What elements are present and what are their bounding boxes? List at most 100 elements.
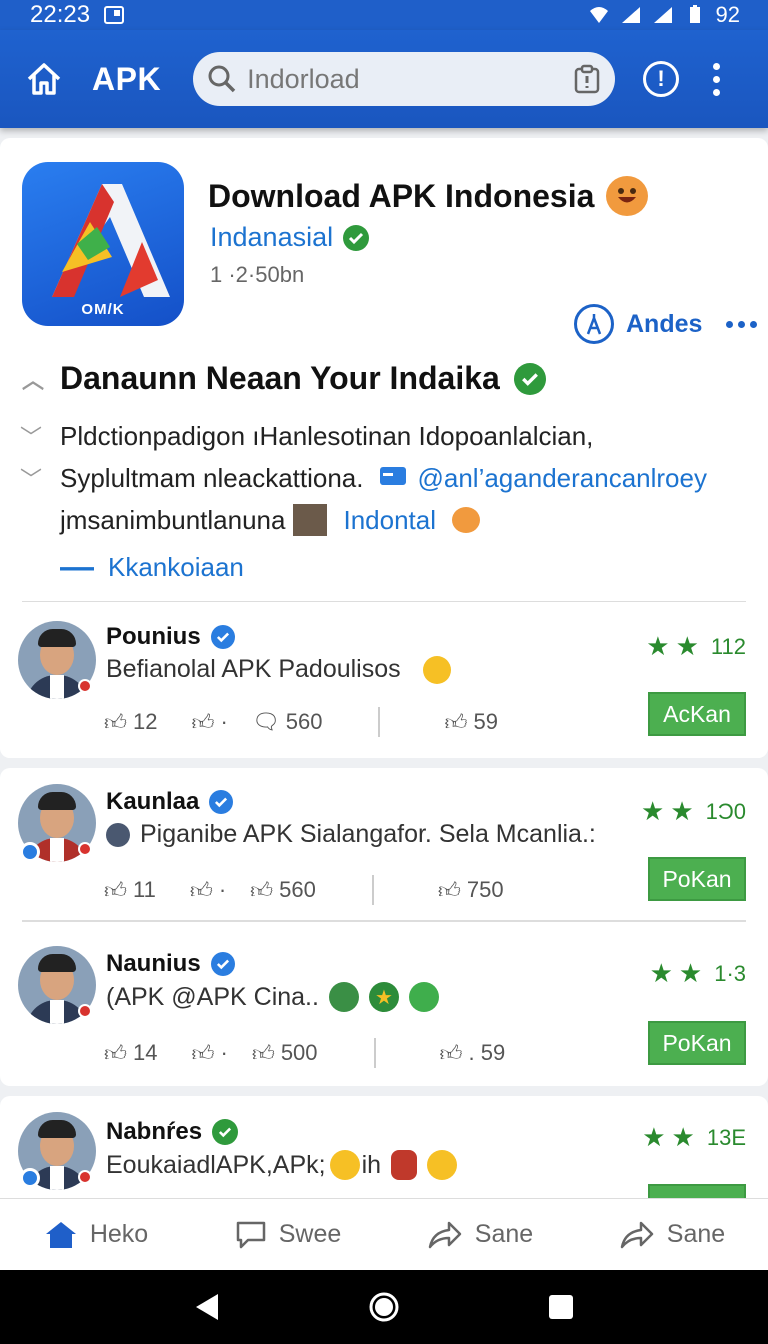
info-icon[interactable]: ! xyxy=(643,61,680,97)
star-icon: ★ xyxy=(642,1122,666,1152)
star-icon: ★ xyxy=(671,1122,695,1152)
smiling-emoji-icon xyxy=(427,1150,458,1180)
star-emoji-icon: ★ xyxy=(368,982,399,1012)
app-title-row: Download APK Indonesia xyxy=(208,176,649,216)
share-button[interactable]: 👍︎ 750 xyxy=(438,877,504,904)
status-dot xyxy=(78,679,92,693)
post-card: Nabnŕes EoukaiadlAPK,APk; ih ★ ★ 13E xyxy=(0,1096,768,1206)
indontal-link[interactable]: Indontal xyxy=(343,505,436,536)
home-icon[interactable] xyxy=(22,57,66,101)
more-options-icon[interactable] xyxy=(726,320,758,328)
status-dot xyxy=(78,842,92,856)
react-button[interactable]: 👍︎ · xyxy=(191,709,227,736)
post-actions: 👍︎ 14 👍︎ · 👍︎ 500 👍︎. 59 xyxy=(104,1038,505,1068)
verified-check-icon xyxy=(212,1119,239,1145)
share-button[interactable]: 👍︎ 500 xyxy=(252,1040,318,1067)
clipboard-icon[interactable] xyxy=(573,64,601,94)
nav-home[interactable]: Heko xyxy=(0,1220,192,1250)
share-icon xyxy=(428,1221,462,1248)
like-button[interactable]: 👍︎ 12 xyxy=(104,709,157,736)
about-heading[interactable]: ︿ Danaunn Neaan Your Indaika xyxy=(20,360,546,397)
comment-icon: 🗨︎ xyxy=(251,709,280,734)
overflow-menu-icon[interactable] xyxy=(713,62,721,96)
search-input[interactable]: Indorload xyxy=(193,52,616,106)
nav-share-2[interactable]: Sane xyxy=(576,1220,768,1250)
divider xyxy=(22,920,746,922)
description-line-2: ﹀ Syplultmam nleackattiona. @anl’agander… xyxy=(19,462,707,494)
thumbs-up-icon: 👍︎ xyxy=(191,1040,215,1066)
share-button[interactable]: 👍︎ 59 xyxy=(444,709,497,736)
star-icon: ★ xyxy=(641,796,665,826)
verified-check-icon xyxy=(343,224,370,251)
laughing-emoji-icon xyxy=(606,176,649,216)
divider xyxy=(371,875,374,905)
author-tower-icon xyxy=(574,304,614,344)
app-bar: APK Indorload ! xyxy=(0,30,768,128)
post-action-button[interactable]: AcKan xyxy=(648,692,746,736)
expand-more-link[interactable]: — Kkankoiaan xyxy=(60,548,244,587)
post-author[interactable]: Naunius xyxy=(106,950,235,978)
app-name: Download APK Indonesia xyxy=(208,177,595,214)
system-navigation-bar xyxy=(0,1270,768,1344)
like-button[interactable]: 👍︎ 11 xyxy=(104,877,156,904)
mention-link[interactable]: @anl’aganderancanlroey xyxy=(417,463,706,494)
post-actions: 👍︎ 11 👍︎ · 👍︎ 560 👍︎ 750 xyxy=(104,875,504,905)
recents-icon[interactable] xyxy=(548,1294,574,1320)
about-title: Danaunn Neaan Your Indaika xyxy=(60,360,500,396)
react-button[interactable]: 👍︎ · xyxy=(190,877,226,904)
grinning-emoji-icon xyxy=(329,1150,360,1180)
status-dot xyxy=(78,1170,92,1184)
nav-chat[interactable]: Swee xyxy=(192,1220,384,1250)
post-action-button[interactable]: PoKan xyxy=(648,857,746,901)
post-author[interactable]: Pounius xyxy=(106,623,235,651)
app-developer[interactable]: Indanasial xyxy=(210,222,370,253)
post-author[interactable]: Kaunlaa xyxy=(106,788,234,816)
battery-level: 92 xyxy=(715,2,740,27)
chevron-down-icon: ﹀ xyxy=(19,425,42,450)
gift-emoji-icon xyxy=(391,1150,418,1180)
author-label: Andes xyxy=(626,309,703,338)
thumbs-up-icon: 👍︎ xyxy=(437,877,461,903)
chat-icon xyxy=(236,1221,265,1248)
person-thumbnail-icon xyxy=(293,504,328,536)
post-group-card: Kaunlaa Piganibe APK Sialangafor. Sela M… xyxy=(0,768,768,1086)
share-button[interactable]: 👍︎ 560 xyxy=(250,877,316,904)
home-icon xyxy=(45,1221,76,1248)
developer-name: Indanasial xyxy=(210,222,334,252)
thumbs-up-icon: 👍︎ xyxy=(189,877,213,903)
smile-emoji-icon xyxy=(408,982,439,1012)
plus-icon: — xyxy=(60,548,94,586)
description-line-1: ﹀ Pldctionpadigon ıHanlesotinan Idopoanl… xyxy=(19,420,594,451)
app-logo-label: OM/K xyxy=(81,301,125,318)
status-dot-blue xyxy=(20,842,40,862)
post-rating: ★ ★ 13E xyxy=(642,1122,746,1152)
post-text: Befianolal APK Padoulisos xyxy=(106,655,451,684)
post-rating: ★ ★ 1Ɔ0 xyxy=(641,796,746,826)
share-button[interactable]: 👍︎. 59 xyxy=(440,1040,506,1067)
author-row[interactable]: Andes xyxy=(574,304,758,344)
comment-button[interactable]: 🗨︎ 560 xyxy=(252,709,323,735)
notification-icon xyxy=(104,6,125,24)
post-author[interactable]: Nabnŕes xyxy=(106,1118,239,1146)
emoji-icon xyxy=(452,507,480,533)
like-button[interactable]: 👍︎ 14 xyxy=(104,1040,157,1067)
share-icon xyxy=(620,1221,654,1248)
back-icon[interactable] xyxy=(194,1292,220,1322)
verified-check-icon xyxy=(210,625,235,649)
react-button[interactable]: 👍︎ · xyxy=(191,1040,227,1067)
thumbs-up-icon: 👍︎ xyxy=(191,709,215,735)
post-text: EoukaiadlAPK,APk; ih xyxy=(106,1150,458,1180)
verified-check-icon xyxy=(210,952,235,976)
post-action-button[interactable]: PoKan xyxy=(648,1021,746,1065)
thumbs-up-icon: 👍︎ xyxy=(104,1040,127,1066)
person-icon xyxy=(106,822,130,847)
post-rating: ★ ★ 1·3 xyxy=(649,958,746,988)
card-icon xyxy=(379,463,407,494)
thumbs-up-icon: 👍︎ xyxy=(251,1040,275,1066)
chevron-up-icon: ︿ xyxy=(21,367,44,393)
star-icon: ★ xyxy=(675,631,699,661)
nav-share[interactable]: Sane xyxy=(384,1220,576,1250)
home-circle-icon[interactable] xyxy=(368,1291,400,1323)
post-text: Piganibe APK Sialangafor. Sela Mcanlia.: xyxy=(106,820,596,849)
app-title: APK xyxy=(92,60,162,97)
